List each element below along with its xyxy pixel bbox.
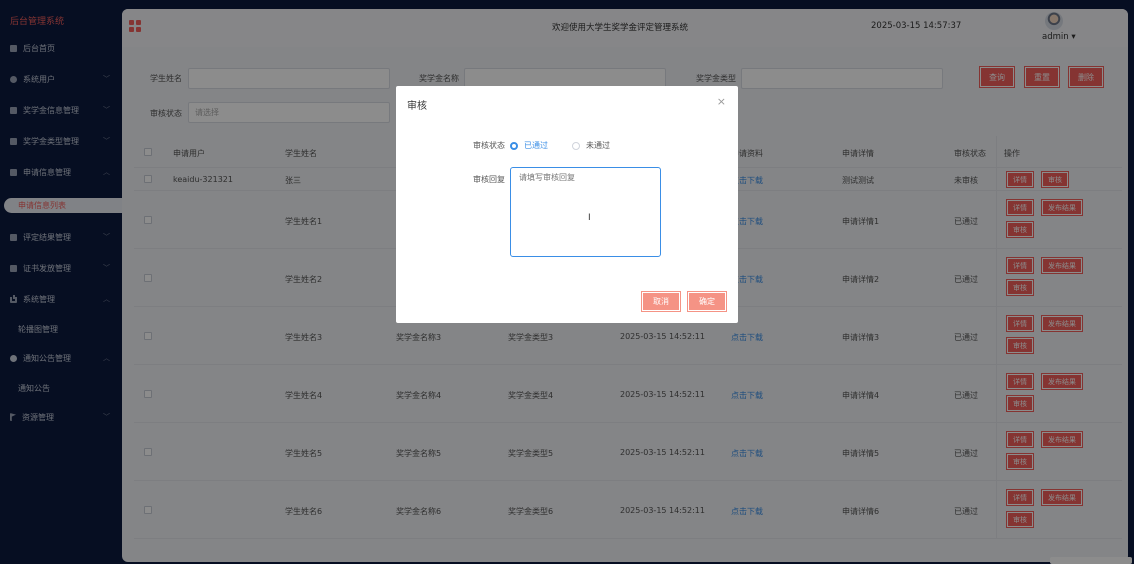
dialog-title: 审核	[407, 101, 427, 112]
radio-fail[interactable]: 未通过	[572, 140, 610, 151]
cancel-button[interactable]: 取消	[641, 291, 681, 312]
radio-checked-icon	[510, 141, 518, 150]
review-dialog: 审核 × 审核状态 已通过 未通过 审核回复 I 取消 确定	[396, 86, 738, 323]
review-reply-textarea[interactable]	[510, 167, 661, 257]
review-reply-label: 审核回复	[473, 175, 505, 184]
review-status-label: 审核状态	[473, 141, 505, 150]
radio-pass[interactable]: 已通过	[510, 140, 548, 151]
close-icon[interactable]: ×	[717, 95, 726, 108]
text-cursor-icon: I	[588, 213, 591, 223]
confirm-button[interactable]: 确定	[687, 291, 727, 312]
radio-unchecked-icon	[572, 141, 580, 150]
